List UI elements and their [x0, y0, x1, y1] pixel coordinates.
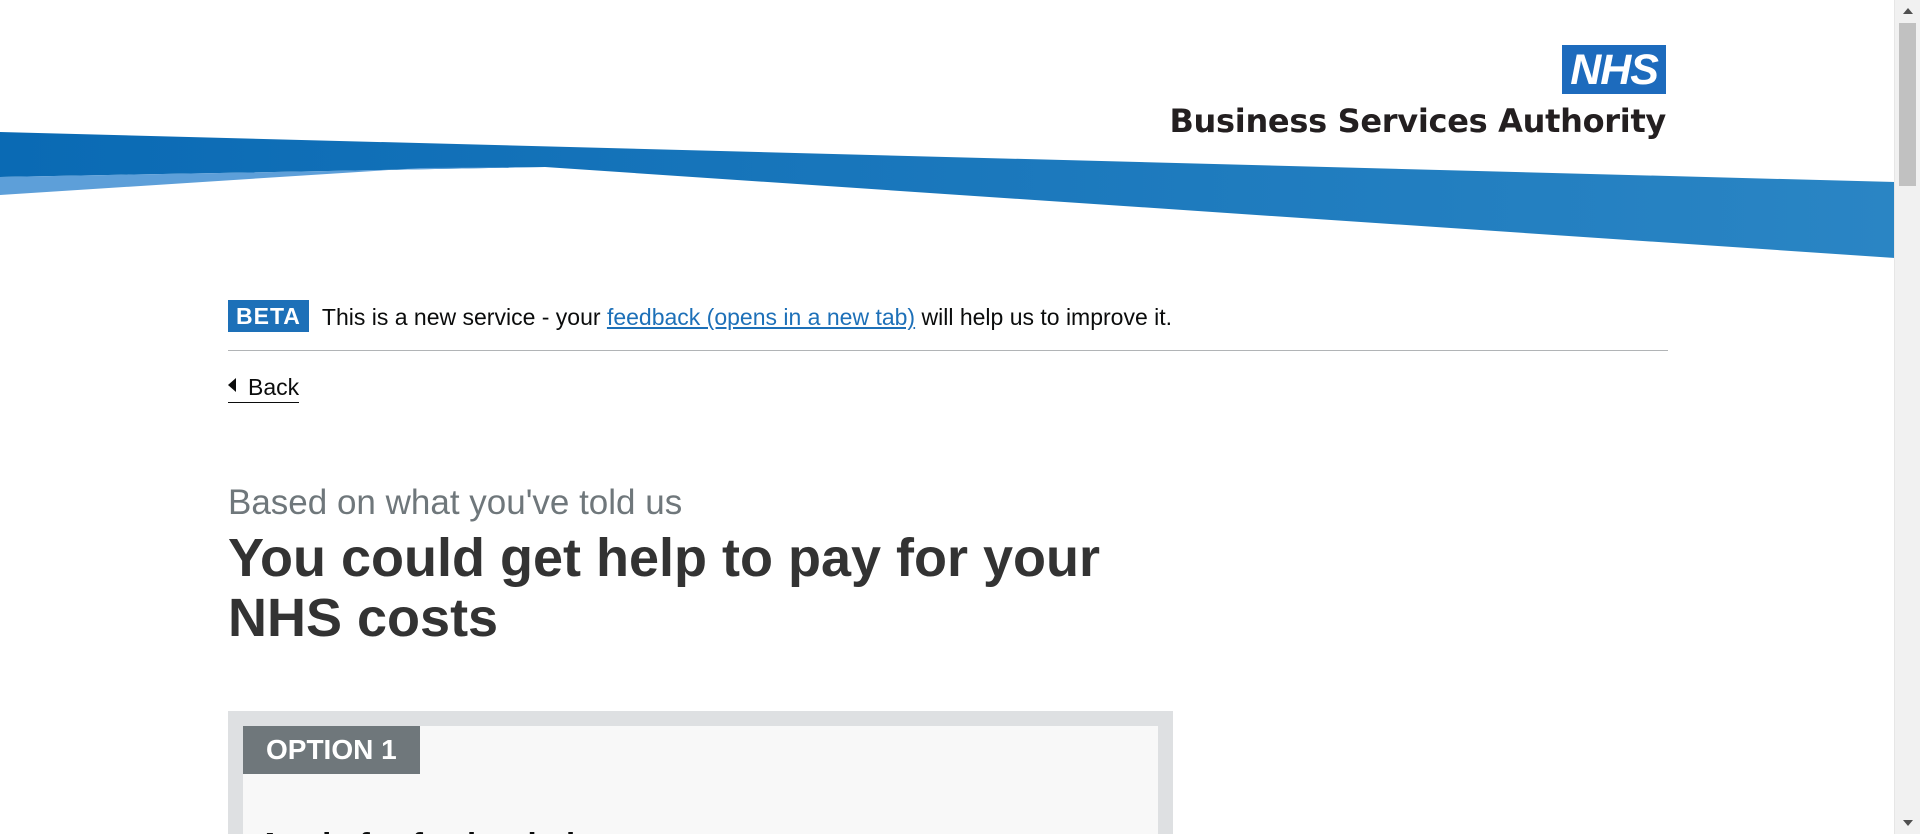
vertical-scrollbar[interactable]: [1894, 0, 1920, 834]
beta-tag: BETA: [228, 300, 309, 332]
nhs-bsa-logo[interactable]: NHS Business Services Authority: [1169, 45, 1666, 140]
scroll-down-arrow-icon[interactable]: [1903, 820, 1913, 826]
page: NHS Business Services Authority BETA Thi…: [0, 0, 1920, 834]
option-1-tag: OPTION 1: [243, 726, 420, 774]
option-1-panel: OPTION 1 Apply for further help: [228, 711, 1173, 834]
feedback-link[interactable]: feedback (opens in a new tab): [607, 304, 915, 330]
option-1-title: Apply for further help: [258, 825, 595, 834]
back-link[interactable]: Back: [228, 372, 300, 403]
option-1-content: OPTION 1 Apply for further help: [243, 726, 1158, 834]
nhs-logo-badge: NHS: [1562, 45, 1666, 94]
phase-banner-text-after: will help us to improve it.: [915, 304, 1173, 330]
phase-banner-text-before: This is a new service - your: [321, 304, 607, 330]
phase-banner-text: This is a new service - your feedback (o…: [322, 300, 1172, 334]
chevron-left-icon: [228, 378, 236, 392]
back-link-label: Back: [248, 374, 300, 400]
organisation-name: Business Services Authority: [1169, 102, 1666, 140]
phase-banner: BETA This is a new service - your feedba…: [228, 300, 1668, 351]
page-caption: Based on what you've told us: [228, 483, 683, 522]
scroll-thumb[interactable]: [1899, 23, 1916, 186]
scroll-up-arrow-icon[interactable]: [1903, 8, 1913, 14]
page-title: You could get help to pay for your NHS c…: [228, 528, 1101, 648]
